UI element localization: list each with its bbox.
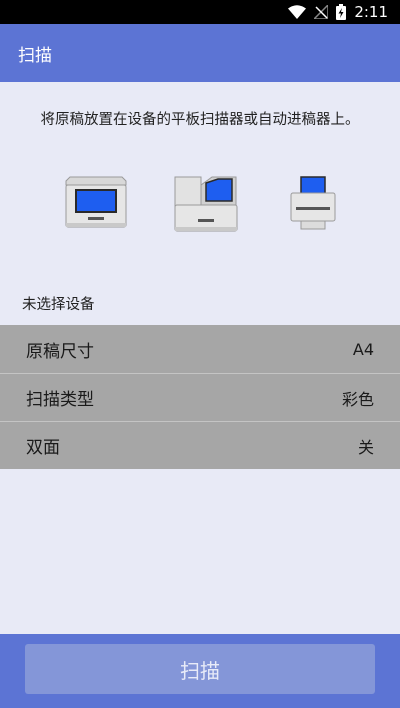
bottom-bar: 扫描 [0,634,400,708]
setting-value: 彩色 [341,389,374,409]
no-signal-icon [314,5,329,19]
setting-value: A4 [352,339,374,359]
flatbed-scanner-icon [64,175,128,235]
battery-charging-icon [336,4,347,20]
app-bar: 扫描 [0,24,400,82]
status-bar: 2:11 [0,0,400,24]
device-status-label: 未选择设备 [22,297,95,313]
page-title: 扫描 [18,45,52,66]
adf-scanner-icon [174,175,240,237]
setting-row-duplex[interactable]: 双面 关 [0,421,400,469]
setting-label: 原稿尺寸 [26,341,94,362]
settings-list: 原稿尺寸 A4 扫描类型 彩色 双面 关 [0,325,400,469]
setting-value: 关 [357,437,374,457]
instruction-text: 将原稿放置在设备的平板扫描器或自动进稿器上。 [40,112,360,128]
setting-label: 双面 [26,438,60,458]
scan-button[interactable]: 扫描 [25,644,375,694]
status-time: 2:11 [354,3,388,21]
setting-row-document-size[interactable]: 原稿尺寸 A4 [0,325,400,373]
setting-row-scan-type[interactable]: 扫描类型 彩色 [0,373,400,421]
device-illustrations [0,175,400,237]
printer-feeder-icon [290,175,336,235]
setting-label: 扫描类型 [26,390,94,410]
wifi-icon [288,5,307,19]
